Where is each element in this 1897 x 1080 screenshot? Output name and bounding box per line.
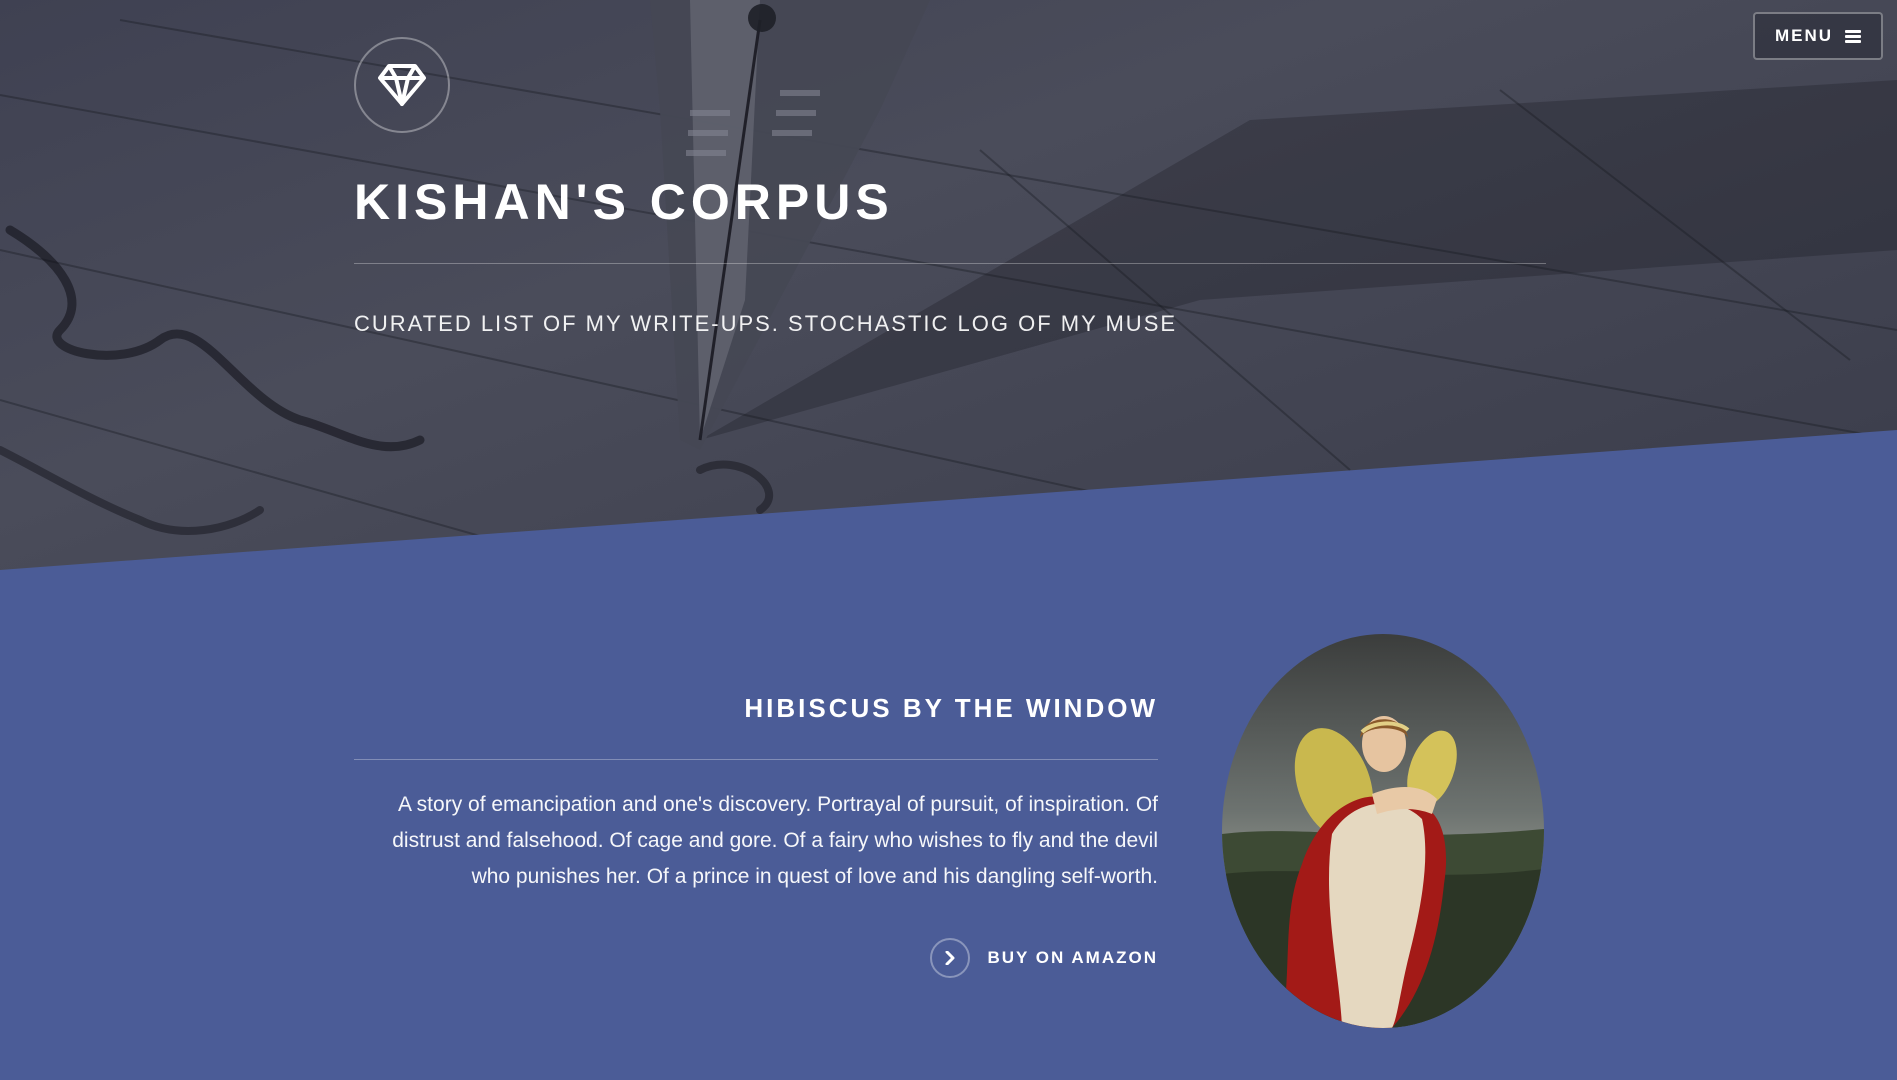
- site-tagline: CURATED LIST OF MY WRITE-UPS. STOCHASTIC…: [354, 311, 1178, 336]
- menu-button[interactable]: MENU: [1753, 12, 1883, 60]
- fountain-pen-background: [0, 0, 1897, 570]
- site-logo[interactable]: [354, 37, 450, 133]
- hamburger-icon: [1845, 29, 1862, 43]
- hero-banner: [0, 0, 1897, 570]
- buy-on-amazon-label: BUY ON AMAZON: [987, 948, 1158, 967]
- diamond-icon: [378, 64, 426, 106]
- feature-divider: [354, 759, 1158, 760]
- site-title: KISHAN'S CORPUS: [354, 174, 894, 230]
- buy-on-amazon-link[interactable]: BUY ON AMAZON: [929, 938, 1159, 978]
- book-cover-painting: [1222, 634, 1544, 1028]
- feature-title: HIBISCUS BY THE WINDOW: [744, 693, 1158, 723]
- chevron-right-icon: [929, 938, 970, 978]
- title-divider: [354, 263, 1546, 264]
- menu-label: MENU: [1774, 26, 1834, 45]
- feature-description: A story of emancipation and one's discov…: [392, 793, 1158, 888]
